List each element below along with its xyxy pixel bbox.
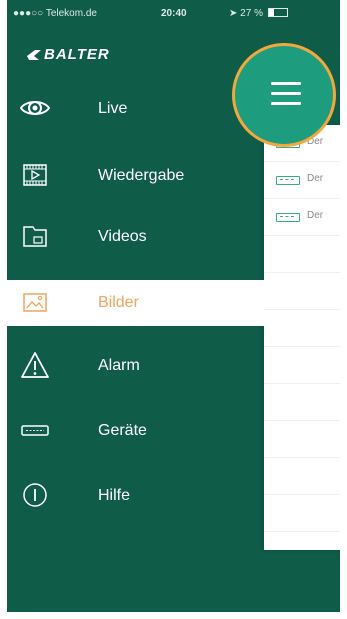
menu-item-label: Videos bbox=[98, 228, 147, 245]
battery-icon bbox=[267, 8, 288, 17]
hamburger-icon bbox=[271, 82, 301, 106]
balter-logo-icon bbox=[27, 50, 41, 60]
menu-item-label: Live bbox=[98, 100, 128, 117]
empty-row bbox=[264, 495, 340, 532]
device-icon bbox=[276, 176, 300, 185]
menu-item-label: Wiedergabe bbox=[98, 167, 185, 184]
device-icon bbox=[21, 425, 49, 436]
device-icon bbox=[276, 213, 300, 222]
menu-item-label: Bilder bbox=[98, 294, 139, 311]
location-icon: ➤ bbox=[229, 8, 238, 19]
menu-item-wiedergabe[interactable]: Wiedergabe bbox=[7, 153, 264, 199]
menu-item-videos[interactable]: Videos bbox=[7, 214, 264, 260]
menu-item-label: Geräte bbox=[98, 422, 147, 439]
image-icon bbox=[23, 293, 47, 312]
empty-row bbox=[264, 310, 340, 347]
battery-fill bbox=[268, 9, 274, 16]
empty-row bbox=[264, 273, 340, 310]
menu-item-bilder[interactable]: Bilder bbox=[7, 280, 264, 326]
menu-toggle-button[interactable] bbox=[232, 43, 336, 147]
menu-item-alarm[interactable]: Alarm bbox=[7, 343, 264, 389]
empty-row bbox=[264, 421, 340, 458]
empty-row bbox=[264, 458, 340, 495]
folder-icon bbox=[23, 226, 47, 247]
battery-percent: 27 % bbox=[240, 8, 263, 19]
app-screen: ●●●○○ Telekom.de 20:40 ➤ 27 % BALTER Der… bbox=[7, 0, 340, 612]
list-item[interactable]: Der bbox=[264, 199, 340, 236]
empty-row bbox=[264, 347, 340, 384]
signal-dots-icon: ●●●○○ bbox=[13, 8, 44, 19]
list-item[interactable]: Der bbox=[264, 162, 340, 199]
content-panel: Der Der Der bbox=[264, 125, 340, 550]
list-item-text: Der bbox=[307, 173, 324, 184]
list-item-text: Der bbox=[307, 210, 324, 221]
eye-icon bbox=[20, 101, 50, 115]
clock: 20:40 bbox=[161, 8, 187, 19]
status-bar: ●●●○○ Telekom.de 20:40 ➤ 27 % bbox=[7, 0, 340, 26]
battery-status: ➤ 27 % bbox=[229, 8, 288, 19]
empty-row bbox=[264, 384, 340, 421]
empty-row bbox=[264, 236, 340, 273]
brand-name: BALTER bbox=[44, 46, 110, 63]
film-icon bbox=[23, 164, 47, 186]
menu-item-hilfe[interactable]: Hilfe bbox=[7, 473, 264, 519]
menu-item-geraete[interactable]: Geräte bbox=[7, 408, 264, 454]
menu-item-label: Hilfe bbox=[98, 487, 131, 504]
menu-item-live[interactable]: Live bbox=[7, 86, 264, 132]
menu-item-label: Alarm bbox=[98, 357, 140, 374]
carrier-name: Telekom.de bbox=[45, 8, 97, 19]
info-icon bbox=[23, 483, 47, 507]
warning-icon bbox=[21, 352, 49, 378]
carrier-info: ●●●○○ Telekom.de bbox=[13, 8, 97, 19]
